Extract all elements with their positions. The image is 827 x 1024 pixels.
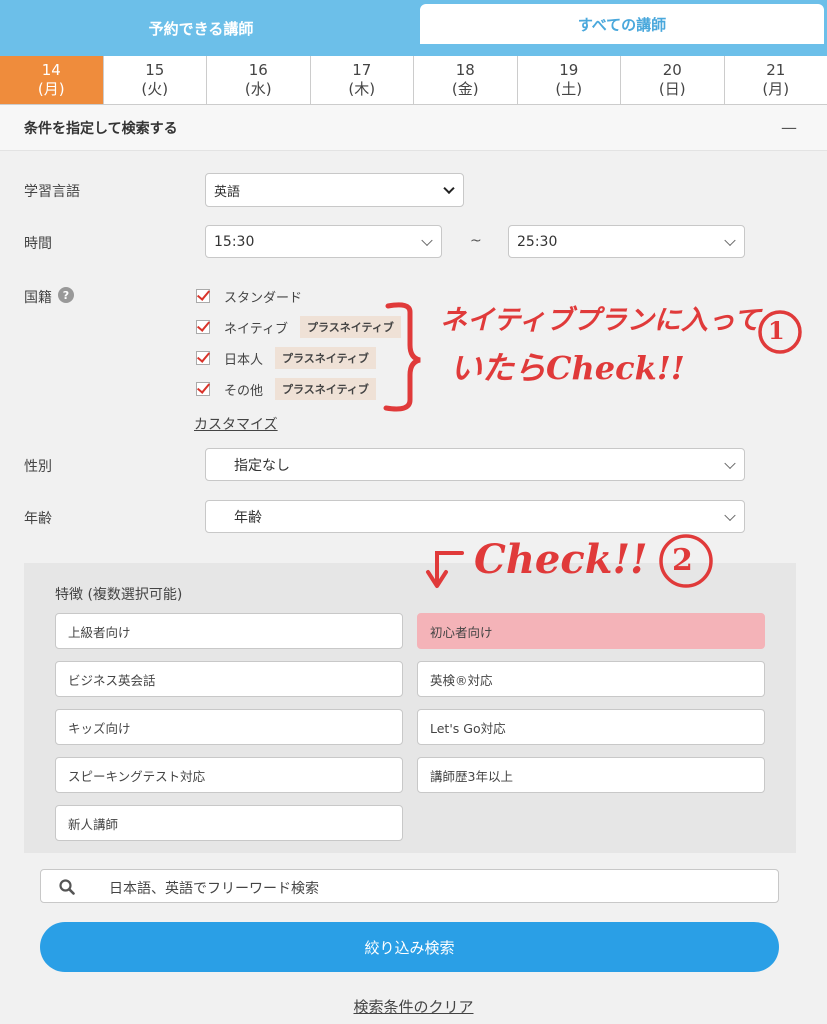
date-day: 21 — [766, 61, 786, 79]
time-label: 時間 — [24, 236, 52, 252]
date-day: 15 — [145, 61, 165, 79]
nationality-option-standard[interactable]: スタンダード — [196, 285, 302, 307]
search-input[interactable]: 日本語、英語でフリーワード検索 — [40, 869, 779, 903]
option-label: スタンダード — [224, 290, 303, 306]
annotation-number-2: 2 — [672, 543, 693, 578]
date-day: 17 — [352, 61, 372, 79]
feature-kids[interactable]: キッズ向け — [55, 709, 403, 745]
date-weekday: (水) — [244, 80, 272, 98]
checkbox[interactable] — [196, 382, 210, 396]
nationality-option-other[interactable]: その他 プラスネイティブ — [196, 378, 376, 400]
time-from-value: 15:30 — [214, 233, 255, 250]
language-value: 英語 — [214, 184, 241, 200]
date-day: 18 — [455, 61, 475, 79]
date-item[interactable]: 21 (月) — [725, 56, 827, 104]
clear-conditions-link[interactable]: 検索条件のクリア — [353, 998, 473, 1016]
checkbox[interactable] — [196, 320, 210, 334]
conditions-title: 条件を指定して検索する — [24, 120, 178, 137]
time-separator: ~ — [470, 233, 482, 249]
feature-beginner[interactable]: 初心者向け — [417, 613, 765, 649]
date-item[interactable]: 17 (木) — [311, 56, 414, 104]
feature-business[interactable]: ビジネス英会話 — [55, 661, 403, 697]
plus-native-badge: プラスネイティブ — [299, 316, 401, 338]
feature-advanced[interactable]: 上級者向け — [55, 613, 403, 649]
date-weekday: (日) — [658, 80, 686, 98]
date-item[interactable]: 20 (日) — [621, 56, 725, 104]
option-label: その他 — [224, 383, 264, 399]
plus-native-badge: プラスネイティブ — [275, 378, 376, 400]
date-weekday: (月) — [37, 80, 65, 98]
date-selector: 14 (月) 15 (火) 16 (水) 17 (木) 18 (金) 19 (土) 20 (日… — [0, 56, 827, 105]
language-label: 学習言語 — [24, 184, 80, 200]
nationality-option-japanese[interactable]: 日本人 プラスネイティブ — [196, 347, 376, 369]
chevron-down-icon — [724, 234, 736, 246]
gender-select[interactable]: 指定なし — [205, 448, 745, 481]
chevron-down-icon — [421, 234, 433, 246]
age-select[interactable]: 年齢 — [205, 500, 745, 533]
nationality-label: 国籍 — [24, 290, 52, 306]
date-weekday: (土) — [555, 80, 583, 98]
feature-speaking-test[interactable]: スピーキングテスト対応 — [55, 757, 403, 793]
date-day: 20 — [662, 61, 682, 79]
chevron-down-icon — [724, 509, 736, 521]
feature-experienced[interactable]: 講師歴3年以上 — [417, 757, 765, 793]
date-weekday: (木) — [348, 80, 376, 98]
chevron-down-icon — [724, 457, 736, 469]
feature-new-teacher[interactable]: 新人講師 — [55, 805, 403, 841]
nationality-option-native[interactable]: ネイティブ プラスネイティブ — [196, 316, 401, 338]
date-item[interactable]: 16 (水) — [207, 56, 311, 104]
date-item[interactable]: 19 (土) — [518, 56, 621, 104]
gender-label: 性別 — [24, 459, 52, 475]
conditions-header[interactable]: 条件を指定して検索する — — [0, 105, 827, 151]
feature-lets-go[interactable]: Let's Go対応 — [417, 709, 765, 745]
checkbox[interactable] — [196, 289, 210, 303]
chevron-down-icon — [443, 182, 455, 195]
tab-all-teachers[interactable]: すべての講師 — [418, 2, 826, 46]
date-day: 19 — [559, 61, 579, 79]
filter-search-button[interactable]: 絞り込み検索 — [40, 922, 779, 972]
annotation-note-2: Check!! — [474, 536, 648, 583]
option-label: 日本人 — [224, 352, 264, 368]
time-from-select[interactable]: 15:30 — [205, 225, 442, 258]
help-icon[interactable]: ? — [58, 287, 74, 303]
gender-value: 指定なし — [234, 457, 290, 474]
age-label: 年齢 — [24, 511, 52, 527]
features-title: 特徴 (複数選択可能) — [55, 587, 183, 603]
search-icon — [59, 879, 75, 895]
date-weekday: (月) — [762, 80, 790, 98]
time-to-select[interactable]: 25:30 — [508, 225, 745, 258]
date-item[interactable]: 18 (金) — [414, 56, 518, 104]
option-label: ネイティブ — [224, 321, 288, 337]
collapse-icon[interactable]: — — [781, 118, 797, 137]
tab-bar: 予約できる講師 すべての講師 — [0, 0, 827, 56]
feature-eiken[interactable]: 英検®対応 — [417, 661, 765, 697]
annotation-number-1: 1 — [768, 316, 785, 345]
annotation-note-1-line2: いたらCheck!! — [450, 349, 685, 387]
clear-conditions-wrapper: 検索条件のクリア — [0, 996, 827, 1017]
date-item[interactable]: 14 (月) — [0, 56, 104, 104]
time-to-value: 25:30 — [517, 233, 558, 250]
date-item[interactable]: 15 (火) — [104, 56, 207, 104]
date-day: 14 — [41, 61, 61, 79]
language-select[interactable]: 英語 — [205, 173, 464, 207]
date-day: 16 — [248, 61, 268, 79]
date-weekday: (金) — [451, 80, 479, 98]
age-value: 年齢 — [234, 509, 262, 526]
date-weekday: (火) — [141, 80, 169, 98]
checkbox[interactable] — [196, 351, 210, 365]
customize-link[interactable]: カスタマイズ — [194, 414, 278, 434]
search-placeholder: 日本語、英語でフリーワード検索 — [109, 881, 319, 897]
annotation-note-1-line1: ネイティブプランに入って — [440, 305, 761, 336]
tab-available-teachers[interactable]: 予約できる講師 — [0, 0, 402, 56]
plus-native-badge: プラスネイティブ — [275, 347, 376, 369]
